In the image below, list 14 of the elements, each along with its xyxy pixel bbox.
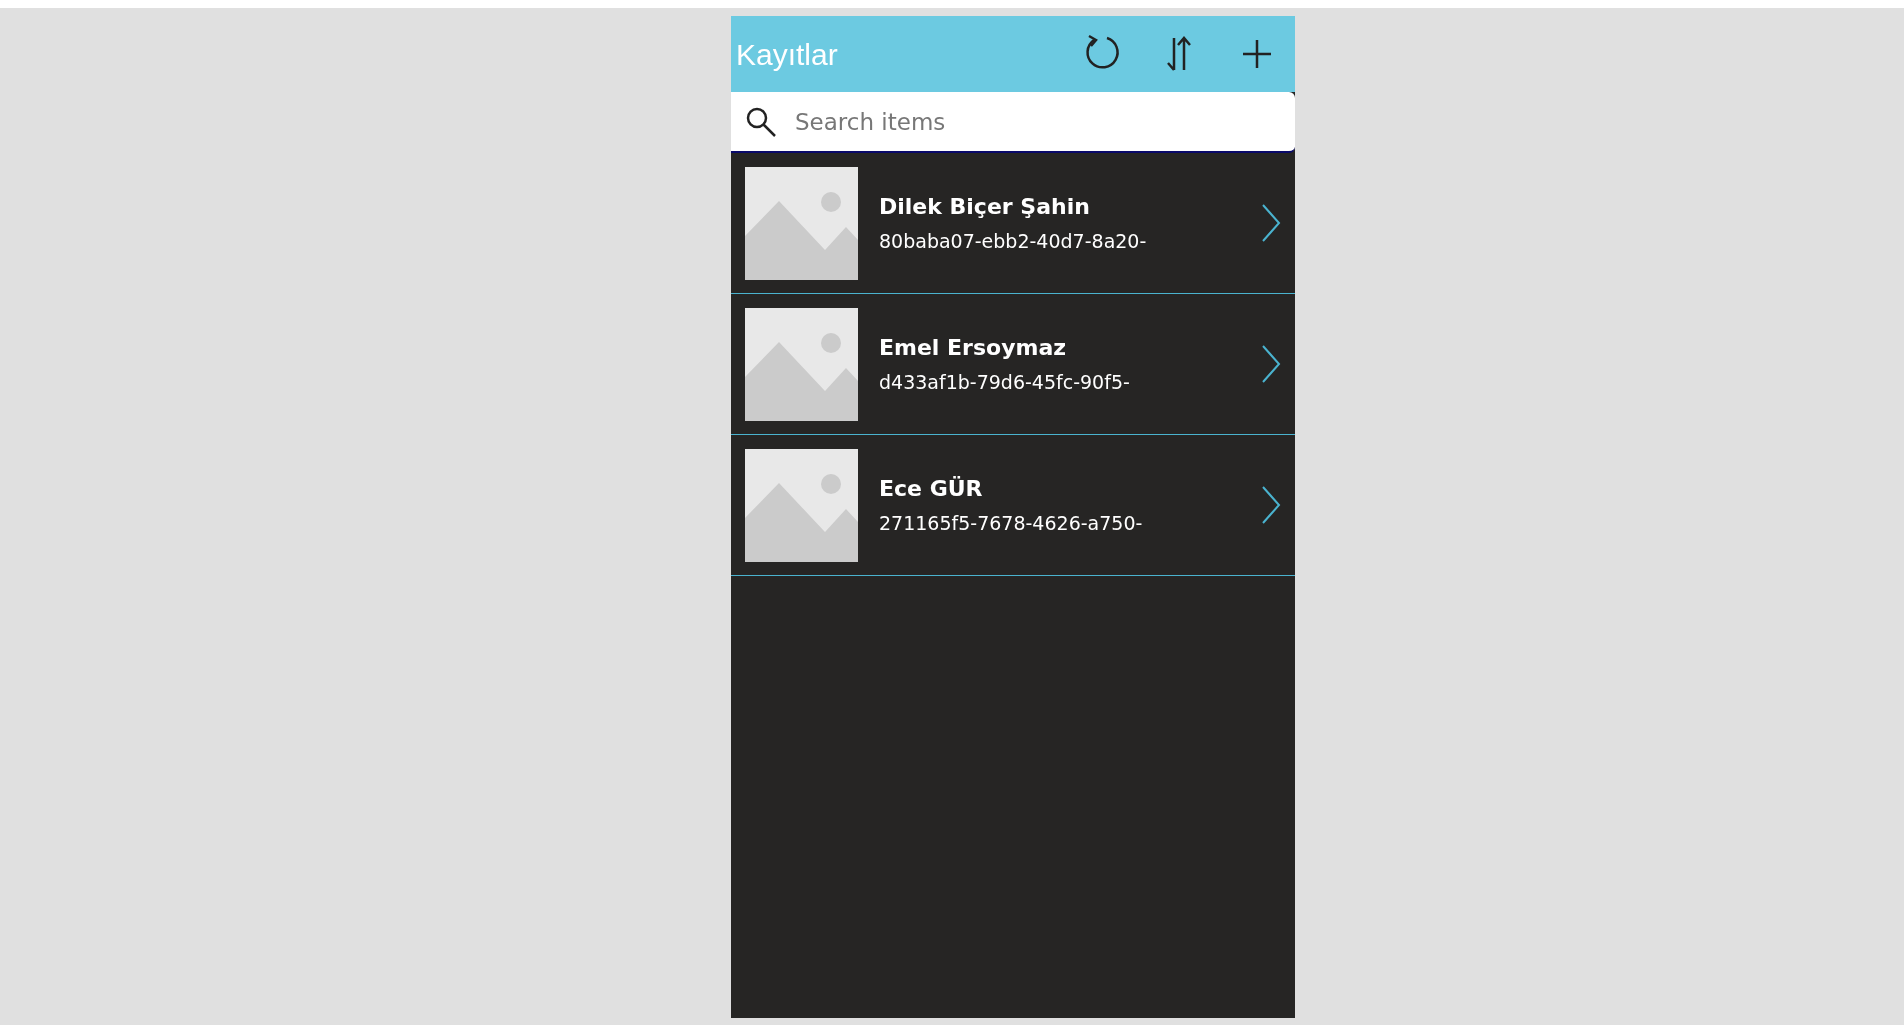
item-name: Emel Ersoymaz bbox=[879, 334, 1068, 363]
chevron-right-icon bbox=[1261, 344, 1281, 384]
list-item[interactable]: Emel Ersoymaz d433af1b-79d6-45fc-90f5- bbox=[731, 294, 1295, 435]
list-item[interactable]: Ece GÜR 271165f5-7678-4626-a750- bbox=[731, 435, 1295, 576]
search-icon bbox=[745, 105, 777, 138]
list-item[interactable]: Dilek Biçer Şahin 80baba07-ebb2-40d7-8a20- bbox=[731, 153, 1295, 294]
item-id: d433af1b-79d6-45fc-90f5- bbox=[879, 370, 1131, 396]
item-id: 80baba07-ebb2-40d7-8a20- bbox=[879, 229, 1148, 255]
chevron-right-icon bbox=[1261, 485, 1281, 525]
item-name: Dilek Biçer Şahin bbox=[879, 193, 1091, 222]
chevron-right-icon bbox=[1261, 203, 1281, 243]
item-name: Ece GÜR bbox=[879, 475, 984, 504]
item-id: 271165f5-7678-4626-a750- bbox=[879, 511, 1144, 537]
screen-title: Kayıtlar bbox=[736, 36, 839, 73]
